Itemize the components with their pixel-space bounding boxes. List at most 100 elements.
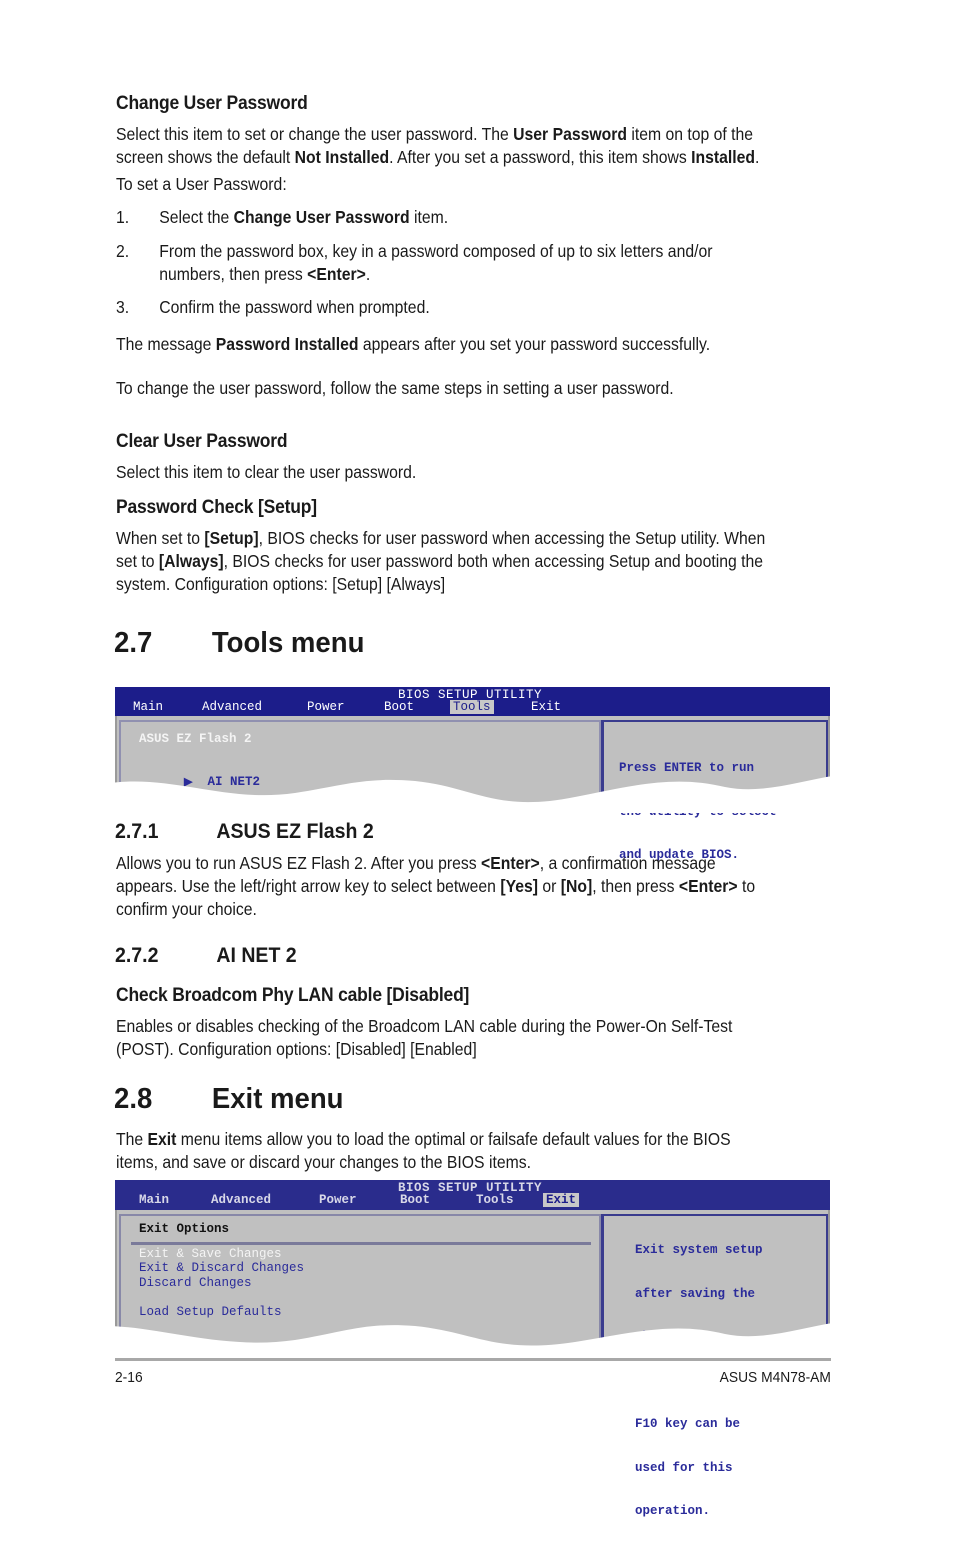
text-run: The [116,1129,148,1149]
bios-item-exit-save[interactable]: Exit & Save Changes [139,1247,282,1261]
torn-edge [115,1322,835,1360]
text-run: to [737,876,756,896]
exit-menu-line1: The Exit menu items allow you to load th… [116,1128,731,1151]
text-run: , then press [592,876,679,896]
text-run: appears. Use the left/right arrow key to… [116,876,501,896]
heading-clear-user-password: Clear User Password [116,431,288,452]
help-line: Exit system setup [635,1243,763,1257]
bios-menu-bar: BIOS SETUP UTILITY Main Advanced Power B… [115,687,830,716]
step-number: 2. [116,241,130,261]
emphasis-text: Change User Password [233,207,410,227]
section-title: AI NET 2 [216,944,297,967]
emphasis-text: Not Installed [294,147,390,167]
bios-item-load-defaults[interactable]: Load Setup Defaults [139,1305,282,1319]
emphasis-text: Installed [691,147,756,167]
heading-asus-ez-flash: 2.7.1 ASUS EZ Flash 2 [115,820,374,844]
footer-page-number: 2-16 [115,1369,143,1386]
heading-exit-menu: 2.8 Exit menu [114,1083,344,1116]
emphasis-text: User Password [513,124,627,144]
bios-menu-exit[interactable]: Exit [531,700,561,714]
text-run: The message [116,334,216,354]
bios-menu-main[interactable]: Main [133,700,163,714]
emphasis-text: <Enter> [481,853,540,873]
bios-menu-power[interactable]: Power [319,1193,357,1207]
emphasis-text: [No] [560,876,593,896]
section-number: 2.7.1 [115,820,159,843]
ez-flash-line2: appears. Use the left/right arrow key to… [116,875,755,898]
section-number: 2.8 [114,1083,153,1115]
emphasis-text: <Enter> [678,876,738,896]
bios-item-discard-changes[interactable]: Discard Changes [139,1276,252,1290]
password-check-line3: system. Configuration options: [Setup] [… [116,573,445,596]
bios-menu-boot[interactable]: Boot [400,1193,430,1207]
heading-tools-menu: 2.7 Tools menu [114,627,364,660]
emphasis-text: Password Installed [215,334,359,354]
text-run: item on top of the [626,124,754,144]
ai-net2-line2: (POST). Configuration options: [Disabled… [116,1039,477,1059]
bios-menu-power[interactable]: Power [307,700,345,714]
heading-password-check: Password Check [Setup] [116,497,317,518]
text-run: appears after you set your password succ… [358,334,711,354]
ez-flash-line3: confirm your choice. [116,898,257,921]
text-run: . After you set a password, this item sh… [389,147,692,167]
heading-check-broadcom: Check Broadcom Phy LAN cable [Disabled] [116,985,470,1006]
password-check-line2: set to [Always], BIOS checks for user pa… [116,550,763,573]
emphasis-text: <Enter> [307,264,366,284]
text-run: . [365,264,371,284]
text-run: numbers, then press [159,264,308,284]
bios-divider [131,1242,591,1245]
footer-rule [115,1358,831,1361]
emphasis-text: [Setup] [204,528,259,548]
footer-product: ASUS M4N78-AM [719,1369,831,1386]
text-run: From the password box, key in a password… [159,241,713,261]
text-run: Allows you to run ASUS EZ Flash 2. After… [116,853,482,873]
torn-edge [115,775,835,813]
section-title: ASUS EZ Flash 2 [216,820,374,843]
bios-menu-advanced[interactable]: Advanced [202,700,262,714]
to-set-text: To set a User Password: [116,174,287,194]
step-text: Confirm the password when prompted. [159,297,430,317]
bios-menu-boot[interactable]: Boot [384,700,414,714]
ai-net2-line1: Enables or disables checking of the Broa… [116,1016,733,1036]
text-run: set to [116,551,159,571]
section-number: 2.7.2 [115,944,159,967]
bios-menu-bar: BIOS SETUP UTILITY Main Advanced Power B… [115,1180,830,1210]
bios-item-exit-discard[interactable]: Exit & Discard Changes [139,1261,304,1275]
help-line: operation. [635,1504,711,1518]
step-1: 1. Select the Change User Password item. [116,206,448,229]
heading-ai-net2: 2.7.2 AI NET 2 [115,944,297,968]
text-run: or [537,876,561,896]
emphasis-text: Exit [147,1129,177,1149]
help-line: used for this [635,1460,733,1475]
help-line: F10 key can be [635,1417,741,1431]
text-run: confirm your choice. [116,899,257,919]
step-number: 3. [116,297,130,317]
bios-menu-advanced[interactable]: Advanced [211,1193,271,1207]
help-line: after saving the [635,1286,756,1301]
text-run: Select this item to set or change the us… [116,124,514,144]
bios-menu-tools[interactable]: Tools [476,1193,514,1207]
bios-item-asus-ez-flash[interactable]: ASUS EZ Flash 2 [139,732,252,746]
bios-menu-main[interactable]: Main [139,1193,169,1207]
bios-menu-tools[interactable]: Tools [450,700,494,714]
password-installed-message: The message Password Installed appears a… [116,333,710,356]
text-run: , BIOS checks for user password when acc… [258,528,766,548]
bios-exit-screen: BIOS SETUP UTILITY Main Advanced Power B… [115,1180,835,1518]
emphasis-text: [Yes] [500,876,538,896]
exit-menu-line2: items, and save or discard your changes … [116,1151,531,1174]
text-run: . [755,147,760,167]
password-check-line1: When set to [Setup], BIOS checks for use… [116,527,765,550]
step-number: 1. [116,207,130,227]
text-run: screen shows the default [116,147,295,167]
change-password-para-line1: Select this item to set or change the us… [116,123,753,146]
bios-menu-exit[interactable]: Exit [543,1193,580,1207]
text-run: menu items allow you to load the optimal… [176,1129,731,1149]
step-2: 2. From the password box, key in a passwo… [116,240,712,263]
bios-section-exit-options: Exit Options [139,1222,230,1236]
ez-flash-line1: Allows you to run ASUS EZ Flash 2. After… [116,852,716,875]
heading-change-user-password: Change User Password [116,93,308,114]
section-title: Exit menu [211,1083,344,1115]
section-number: 2.7 [114,627,153,659]
text-run: Confirm the password when prompted. [159,297,430,317]
step-text: Select the Change User Password item. [159,207,448,227]
